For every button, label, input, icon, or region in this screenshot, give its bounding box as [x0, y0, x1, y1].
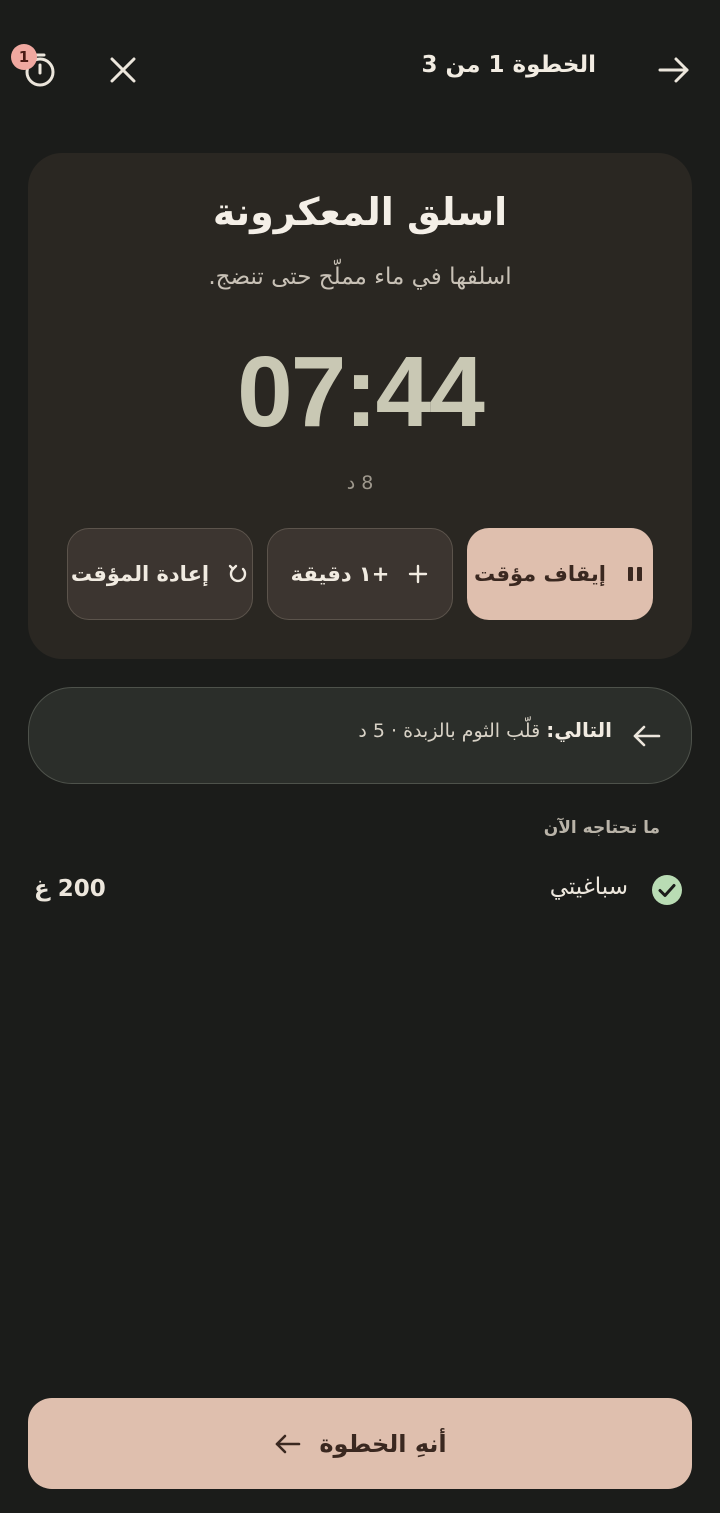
arrow-left-icon [633, 725, 661, 747]
ingredients-heading: ما تحتاجه الآن [543, 818, 660, 838]
ingredient-name: سباغيتي [549, 874, 628, 900]
next-description: قلّب الثوم بالزبدة · 5 د [358, 720, 541, 742]
pause-timer-label: إيقاف مؤقت [474, 562, 606, 586]
add-minute-label: +١ دقيقة [290, 562, 390, 586]
restart-icon [227, 563, 249, 585]
check-circle-icon[interactable] [651, 874, 683, 906]
cooking-step-screen: 1 الخطوة 1 من 3 اسلق المعكرونة اسلقها في… [0, 0, 720, 1513]
arrow-right-icon [658, 57, 689, 83]
reset-timer-label: إعادة المؤقت [70, 562, 210, 586]
add-minute-button[interactable]: +١ دقيقة [267, 528, 453, 620]
finish-step-button[interactable]: أنهِ الخطوة [28, 1398, 692, 1489]
pause-timer-button[interactable]: إيقاف مؤقت [467, 528, 653, 620]
reset-timer-button[interactable]: إعادة المؤقت [67, 528, 253, 620]
step-progress-label: الخطوة 1 من 3 [421, 52, 597, 78]
finish-step-label: أنهِ الخطوة [319, 1429, 447, 1458]
step-description: اسلقها في ماء مملّح حتى تنضج. [208, 264, 512, 290]
next-step-text: التالي: قلّب الثوم بالزبدة · 5 د [358, 718, 612, 742]
step-duration: 8 د [346, 472, 374, 494]
countdown-timer: 07:44 [237, 336, 485, 448]
next-label: التالي: [546, 718, 612, 742]
timer-count-badge: 1 [11, 44, 37, 70]
step-title: اسلق المعكرونة [212, 190, 508, 234]
next-step-button[interactable] [642, 38, 706, 102]
top-bar: 1 الخطوة 1 من 3 [0, 0, 720, 142]
ingredient-quantity: 200 غ [34, 876, 106, 902]
close-button[interactable] [91, 38, 155, 102]
plus-icon [407, 563, 429, 585]
pause-icon [624, 563, 646, 585]
close-icon [110, 57, 136, 83]
arrow-left-icon [276, 1434, 301, 1453]
